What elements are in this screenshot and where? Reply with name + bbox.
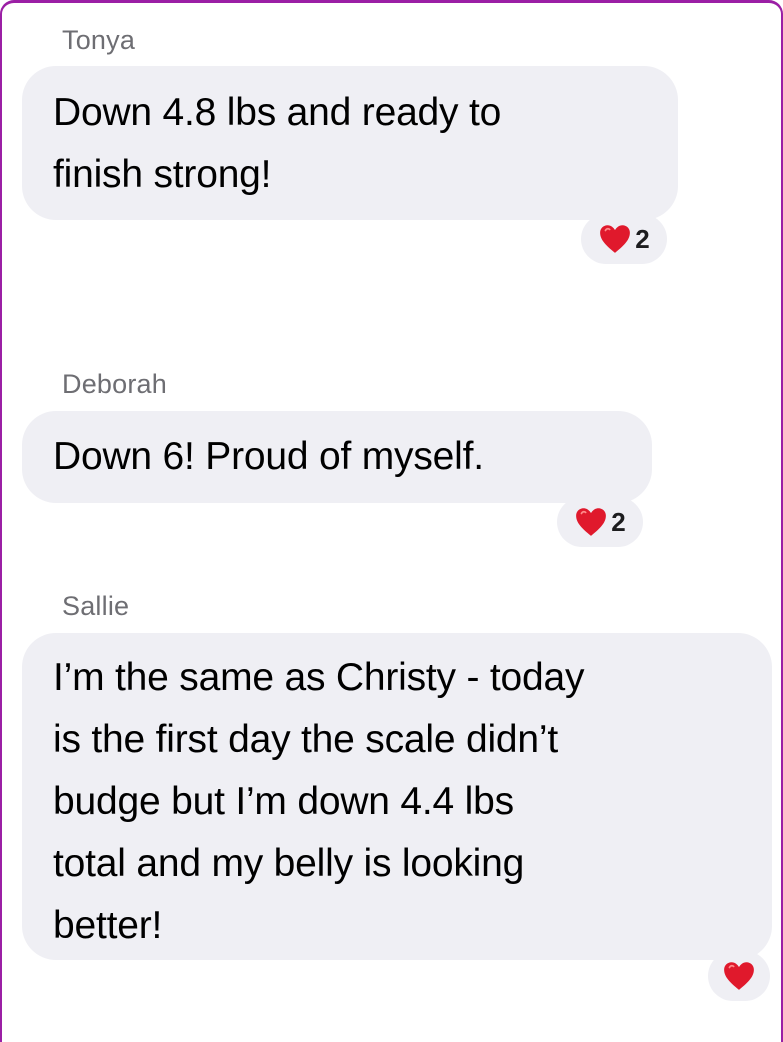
sender-name: Sallie bbox=[62, 591, 130, 621]
reaction-count: 2 bbox=[611, 506, 626, 537]
heart-icon bbox=[576, 508, 607, 536]
message-bubble[interactable]: I’m the same as Christy - today is the f… bbox=[22, 633, 772, 960]
heart-icon bbox=[724, 962, 754, 990]
reaction-badge[interactable]: 2 bbox=[581, 214, 667, 264]
chat-thread: Tonya Down 4.8 lbs and ready to finish s… bbox=[0, 0, 783, 1042]
message-line: I’m the same as Christy - today bbox=[53, 656, 585, 699]
message-line: is the first day the scale didn’t bbox=[53, 718, 558, 761]
message-line: finish strong! bbox=[53, 153, 272, 196]
reaction-badge[interactable] bbox=[708, 951, 770, 1001]
message-line: better! bbox=[53, 904, 163, 947]
message-line: budge but I’m down 4.4 lbs bbox=[53, 780, 514, 823]
message-bubble[interactable]: Down 4.8 lbs and ready to finish strong! bbox=[22, 66, 678, 220]
message-line: total and my belly is looking bbox=[53, 842, 525, 885]
reaction-count: 2 bbox=[635, 223, 650, 254]
sender-name: Deborah bbox=[62, 369, 167, 399]
heart-icon bbox=[600, 225, 631, 253]
message-line: Down 4.8 lbs and ready to bbox=[53, 91, 502, 134]
reaction-badge[interactable]: 2 bbox=[557, 497, 643, 547]
message-bubble[interactable]: Down 6! Proud of myself. bbox=[22, 411, 652, 503]
sender-name: Tonya bbox=[62, 25, 136, 55]
message-line: Down 6! Proud of myself. bbox=[53, 435, 484, 478]
